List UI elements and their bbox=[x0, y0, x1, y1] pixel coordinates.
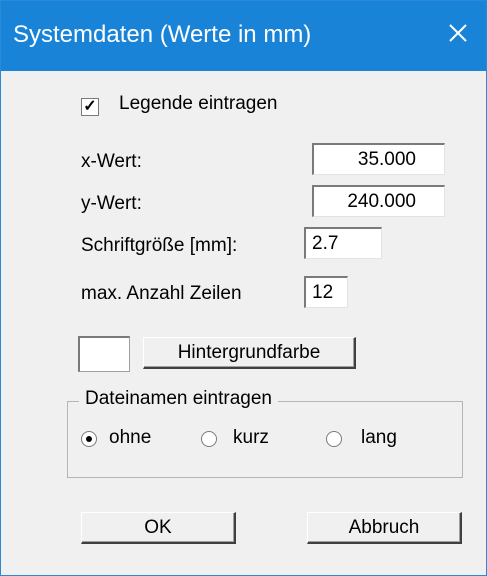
radio-ohne[interactable] bbox=[81, 431, 97, 447]
x-value-label: x-Wert: bbox=[81, 151, 142, 172]
max-rows-label: max. Anzahl Zeilen bbox=[81, 283, 242, 304]
close-icon bbox=[449, 24, 467, 42]
legend-checkbox[interactable]: ✓ bbox=[81, 98, 99, 116]
dialog-window: Systemdaten (Werte in mm) ✓ Legende eint… bbox=[0, 0, 487, 576]
close-button[interactable] bbox=[440, 15, 476, 51]
cancel-button[interactable]: Abbruch bbox=[307, 512, 462, 544]
x-value-field[interactable]: 35.000 bbox=[312, 143, 445, 175]
filenames-group-title: Dateinamen eintragen bbox=[79, 388, 278, 410]
radio-lang[interactable] bbox=[326, 431, 342, 447]
radio-kurz-label[interactable]: kurz bbox=[233, 427, 269, 449]
font-size-label: Schriftgröße [mm]: bbox=[81, 235, 238, 256]
y-value-label: y-Wert: bbox=[81, 193, 142, 214]
radio-ohne-label[interactable]: ohne bbox=[109, 427, 151, 449]
max-rows-field[interactable]: 12 bbox=[304, 276, 348, 308]
y-value-field[interactable]: 240.000 bbox=[312, 185, 445, 217]
legend-checkbox-label[interactable]: Legende eintragen bbox=[119, 93, 277, 115]
title-bar[interactable]: Systemdaten (Werte in mm) bbox=[1, 1, 486, 71]
radio-lang-label[interactable]: lang bbox=[361, 427, 397, 449]
radio-selected-dot-icon bbox=[86, 436, 92, 442]
checkmark-icon: ✓ bbox=[83, 98, 97, 115]
ok-button[interactable]: OK bbox=[81, 512, 236, 544]
font-size-field[interactable]: 2.7 bbox=[304, 227, 382, 259]
dialog-body: ✓ Legende eintragen x-Wert: 35.000 y-Wer… bbox=[1, 71, 486, 575]
dialog-title: Systemdaten (Werte in mm) bbox=[13, 21, 312, 48]
background-color-swatch bbox=[78, 336, 130, 372]
radio-kurz[interactable] bbox=[201, 431, 217, 447]
background-color-button[interactable]: Hintergrundfarbe bbox=[143, 337, 356, 369]
